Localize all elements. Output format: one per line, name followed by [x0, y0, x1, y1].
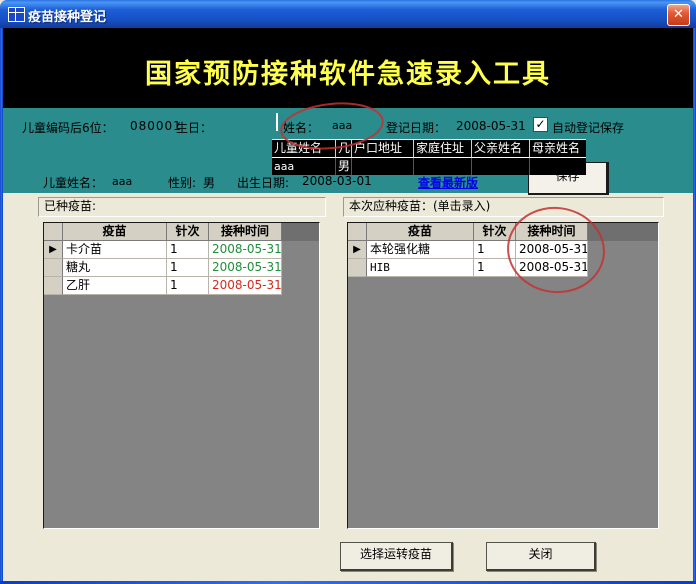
date-cell: 2008-05-31: [209, 259, 282, 277]
dropdown-empty-cell: [352, 158, 414, 175]
vaccine-cell: HIB: [367, 259, 474, 277]
dropdown-result-row[interactable]: aaa 男: [272, 158, 586, 175]
col-date: 接种时间: [209, 223, 282, 241]
app-icon: [8, 7, 25, 22]
date-cell: 2008-05-31: [209, 277, 282, 295]
dropdown-empty-cell: [530, 158, 586, 175]
table-row[interactable]: ▶ 卡介苗 1 2008-05-31: [44, 241, 319, 259]
date-cell: 2008-05-31: [516, 241, 588, 259]
col-dose: 针次: [474, 223, 516, 241]
col-vaccine: 疫苗: [63, 223, 167, 241]
title-bar[interactable]: 疫苗接种登记 ✕: [0, 0, 696, 28]
table-row[interactable]: HIB 1 2008-05-31: [348, 259, 658, 277]
name-label: 姓名：: [283, 119, 319, 136]
gender-value: 男: [203, 174, 215, 191]
dropdown-col-gender: 几: [336, 140, 352, 158]
dose-cell: 1: [474, 259, 516, 277]
row-marker: [44, 259, 63, 277]
name-input[interactable]: aaa: [332, 119, 352, 132]
dob-value: 2008-03-01: [302, 174, 372, 188]
dose-cell: 1: [167, 241, 209, 259]
dose-cell: 1: [167, 259, 209, 277]
selector-header: [44, 223, 63, 241]
name-dropdown[interactable]: 儿童姓名 几 户口地址 家庭住址 父亲姓名 母亲姓名 aaa 男: [272, 139, 586, 175]
close-form-button[interactable]: 关闭: [486, 542, 596, 571]
vaccine-cell: 糖丸: [63, 259, 167, 277]
dropdown-name-value: aaa: [272, 158, 336, 175]
row-marker: ▶: [348, 241, 367, 259]
child-name-value: aaa: [112, 175, 132, 188]
row-marker: ▶: [44, 241, 63, 259]
child-code-value: 080001: [130, 119, 182, 133]
vaccinated-group-caption: 已种疫苗:: [38, 197, 326, 217]
dropdown-empty-cell: [472, 158, 530, 175]
close-button[interactable]: ✕: [667, 4, 690, 26]
text-cursor: [276, 113, 278, 131]
dropdown-gender-value: 男: [336, 158, 352, 175]
vaccine-cell: 本轮强化糖: [367, 241, 474, 259]
close-icon: ✕: [673, 7, 684, 22]
due-grid[interactable]: 疫苗 针次 接种时间 ▶ 本轮强化糖 1 2008-05-31 HIB 1 20…: [347, 222, 659, 529]
dob-label: 出生日期:: [237, 174, 289, 191]
col-vaccine: 疫苗: [367, 223, 474, 241]
child-name-label: 儿童姓名：: [43, 174, 103, 191]
vaccine-cell: 乙肝: [63, 277, 167, 295]
table-row[interactable]: 糖丸 1 2008-05-31: [44, 259, 319, 277]
grid-header-filler: [282, 223, 319, 241]
table-row[interactable]: ▶ 本轮强化糖 1 2008-05-31: [348, 241, 658, 259]
vaccinated-grid[interactable]: 疫苗 针次 接种时间 ▶ 卡介苗 1 2008-05-31 糖丸 1 2008-…: [43, 222, 320, 529]
dropdown-col-hukou: 户口地址: [352, 140, 414, 158]
dropdown-col-mother: 母亲姓名: [530, 140, 586, 158]
latest-version-link[interactable]: 查看最新版: [418, 174, 478, 191]
date-cell: 2008-05-31: [209, 241, 282, 259]
col-date: 接种时间: [516, 223, 588, 241]
reg-date-value: 2008-05-31: [456, 119, 526, 133]
autosave-label: 自动登记保存: [552, 119, 624, 136]
dropdown-col-home: 家庭住址: [414, 140, 472, 158]
select-transfer-vaccine-button[interactable]: 选择运转疫苗: [340, 542, 453, 571]
dose-cell: 1: [474, 241, 516, 259]
dropdown-header-row: 儿童姓名 几 户口地址 家庭住址 父亲姓名 母亲姓名: [272, 140, 586, 158]
selector-header: [348, 223, 367, 241]
table-row[interactable]: 乙肝 1 2008-05-31: [44, 277, 319, 295]
banner-title: 国家预防接种软件急速录入工具: [3, 52, 693, 91]
vaccine-cell: 卡介苗: [63, 241, 167, 259]
dropdown-col-child-name: 儿童姓名: [272, 140, 336, 158]
app-window: 疫苗接种登记 ✕ 国家预防接种软件急速录入工具 儿童编码后6位： 080001 …: [0, 0, 696, 584]
dropdown-col-father: 父亲姓名: [472, 140, 530, 158]
reg-date-label: 登记日期：: [386, 119, 446, 136]
gender-label: 性别:: [168, 174, 196, 191]
dropdown-empty-cell: [414, 158, 472, 175]
table-header-row: 疫苗 针次 接种时间: [44, 223, 319, 241]
checkmark-icon: ✓: [535, 117, 545, 131]
row-marker: [44, 277, 63, 295]
banner: 国家预防接种软件急速录入工具: [3, 28, 693, 108]
row-marker: [348, 259, 367, 277]
date-cell: 2008-05-31: [516, 259, 588, 277]
col-dose: 针次: [167, 223, 209, 241]
dose-cell: 1: [167, 277, 209, 295]
birthday-label: 生日：: [176, 119, 212, 136]
grid-header-filler: [588, 223, 658, 241]
window-border-left: [0, 28, 3, 584]
child-code-label: 儿童编码后6位：: [22, 119, 114, 136]
window-title: 疫苗接种登记: [28, 6, 106, 25]
autosave-checkbox[interactable]: ✓: [533, 117, 548, 132]
due-group-caption: 本次应种疫苗：(单击录入): [343, 197, 664, 217]
